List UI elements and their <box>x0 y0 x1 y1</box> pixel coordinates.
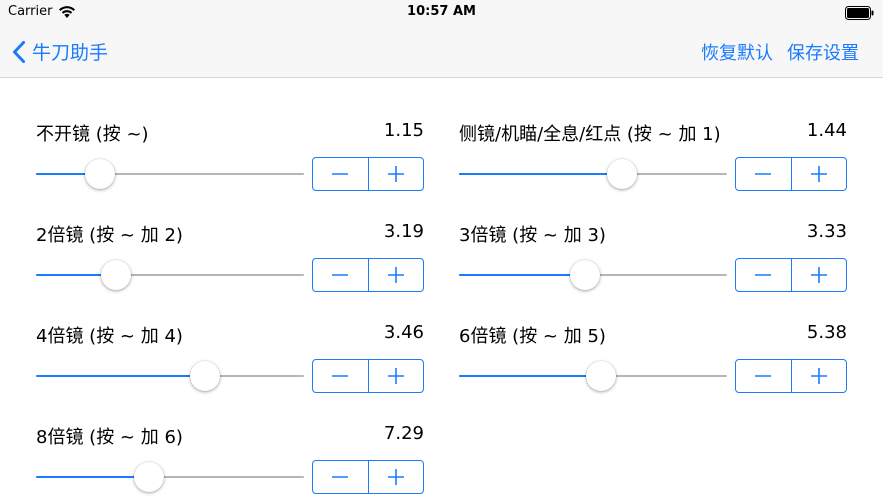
increment-button[interactable] <box>369 158 424 190</box>
slider-fill <box>459 173 623 175</box>
minus-icon <box>332 173 349 175</box>
minus-icon <box>755 173 772 175</box>
setting-value: 3.33 <box>806 221 847 242</box>
setting-value: 7.29 <box>383 423 424 444</box>
plus-icon <box>387 166 404 182</box>
nav-bar: 牛刀助手 恢复默认 保存设置 <box>0 26 883 78</box>
setting-label: 2倍镜 (按 ~ 加 2) <box>36 225 183 246</box>
setting-4x-scope: 4倍镜 (按 ~ 加 4) 3.46 <box>36 322 424 402</box>
sensitivity-slider[interactable] <box>36 361 304 391</box>
plus-icon <box>387 368 404 384</box>
slider-fill <box>36 375 205 377</box>
status-bar: Carrier 10:57 AM <box>0 0 883 26</box>
slider-thumb[interactable] <box>607 159 638 189</box>
setting-value: 3.46 <box>383 322 424 343</box>
decrement-button[interactable] <box>313 360 368 392</box>
status-time: 10:57 AM <box>407 4 476 19</box>
setting-side-scope: 侧镜/机瞄/全息/红点 (按 ~ 加 1) 1.44 <box>459 120 847 200</box>
setting-label: 不开镜 (按 ~) <box>36 124 149 145</box>
decrement-button[interactable] <box>313 461 368 493</box>
minus-icon <box>332 476 349 478</box>
setting-value: 1.44 <box>806 120 847 141</box>
plus-icon <box>387 469 404 485</box>
slider-thumb[interactable] <box>586 361 617 391</box>
setting-label: 3倍镜 (按 ~ 加 3) <box>459 225 606 246</box>
setting-value: 5.38 <box>806 322 847 343</box>
sensitivity-slider[interactable] <box>36 462 304 492</box>
sensitivity-slider[interactable] <box>36 260 304 290</box>
slider-thumb[interactable] <box>85 159 116 189</box>
slider-fill <box>459 375 602 377</box>
slider-thumb[interactable] <box>569 260 600 290</box>
increment-button[interactable] <box>369 461 424 493</box>
decrement-button[interactable] <box>736 360 791 392</box>
plus-icon <box>810 368 827 384</box>
setting-label: 4倍镜 (按 ~ 加 4) <box>36 326 183 347</box>
sensitivity-slider[interactable] <box>36 159 304 189</box>
setting-value: 1.15 <box>383 120 424 141</box>
minus-icon <box>332 375 349 377</box>
sensitivity-slider[interactable] <box>459 361 727 391</box>
setting-label: 8倍镜 (按 ~ 加 6) <box>36 427 183 448</box>
decrement-button[interactable] <box>313 158 368 190</box>
slider-thumb[interactable] <box>133 462 164 492</box>
setting-3x-scope: 3倍镜 (按 ~ 加 3) 3.33 <box>459 221 847 301</box>
chevron-left-icon <box>13 40 25 63</box>
nav-actions: 恢复默认 保存设置 <box>701 39 859 65</box>
battery-icon <box>845 6 874 20</box>
slider-thumb[interactable] <box>101 260 132 290</box>
setting-no-scope: 不开镜 (按 ~) 1.15 <box>36 120 424 200</box>
setting-value: 3.19 <box>383 221 424 242</box>
minus-icon <box>755 274 772 276</box>
value-stepper <box>312 359 424 393</box>
minus-icon <box>332 274 349 276</box>
plus-icon <box>810 166 827 182</box>
setting-2x-scope: 2倍镜 (按 ~ 加 2) 3.19 <box>36 221 424 301</box>
setting-6x-scope: 6倍镜 (按 ~ 加 5) 5.38 <box>459 322 847 402</box>
sensitivity-slider[interactable] <box>459 260 727 290</box>
decrement-button[interactable] <box>736 259 791 291</box>
increment-button[interactable] <box>792 360 847 392</box>
plus-icon <box>810 267 827 283</box>
increment-button[interactable] <box>369 259 424 291</box>
plus-icon <box>387 267 404 283</box>
decrement-button[interactable] <box>736 158 791 190</box>
back-button[interactable]: 牛刀助手 <box>12 38 108 65</box>
setting-8x-scope: 8倍镜 (按 ~ 加 6) 7.29 <box>36 423 424 503</box>
decrement-button[interactable] <box>313 259 368 291</box>
slider-thumb[interactable] <box>189 361 220 391</box>
save-settings-button[interactable]: 保存设置 <box>787 39 859 65</box>
increment-button[interactable] <box>369 360 424 392</box>
slider-fill <box>459 274 585 276</box>
value-stepper <box>735 258 847 292</box>
value-stepper <box>735 157 847 191</box>
sensitivity-slider[interactable] <box>459 159 727 189</box>
increment-button[interactable] <box>792 158 847 190</box>
back-button-label: 牛刀助手 <box>32 42 109 64</box>
value-stepper <box>312 258 424 292</box>
minus-icon <box>755 375 772 377</box>
setting-label: 侧镜/机瞄/全息/红点 (按 ~ 加 1) <box>459 124 721 145</box>
value-stepper <box>312 460 424 494</box>
setting-label: 6倍镜 (按 ~ 加 5) <box>459 326 606 347</box>
value-stepper <box>735 359 847 393</box>
slider-fill <box>36 476 149 478</box>
increment-button[interactable] <box>792 259 847 291</box>
restore-defaults-button[interactable]: 恢复默认 <box>701 39 773 65</box>
value-stepper <box>312 157 424 191</box>
